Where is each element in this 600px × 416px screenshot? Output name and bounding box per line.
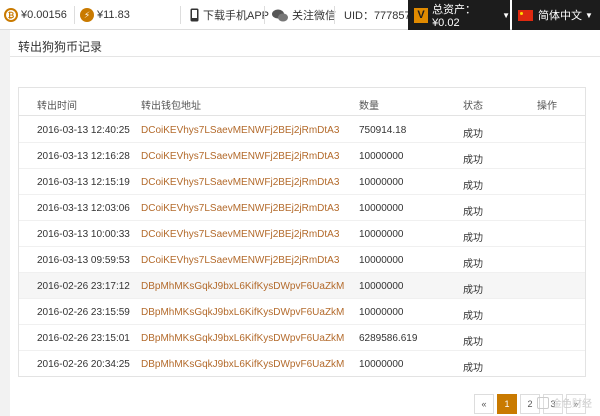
lightning-coin-icon: ⚡ bbox=[80, 8, 94, 22]
row-time: 2016-03-13 12:16:28 bbox=[37, 151, 130, 162]
watermark-logo-icon bbox=[537, 396, 549, 409]
header-time: 转出时间 bbox=[37, 101, 77, 112]
chevron-down-icon: ▼ bbox=[585, 10, 593, 20]
row-amount: 6289586.619 bbox=[359, 333, 418, 344]
withdraw-records-panel: 转出狗狗币记录 转出时间 转出钱包地址 数量 状态 操作 2016-03-13 … bbox=[10, 30, 600, 416]
china-flag-icon bbox=[518, 9, 533, 21]
table-row: 2016-03-13 10:00:33 DCoiKEVhys7LSaevMENW… bbox=[19, 221, 585, 247]
row-status: 成功 bbox=[463, 155, 483, 166]
uid-display: UID：777857 bbox=[344, 0, 411, 30]
bitcoin-icon: ₿ bbox=[4, 8, 18, 22]
top-bar: ₿ ¥0.00156 ⚡ ¥11.83 下载手机APP 关注微信 UID：777… bbox=[0, 0, 600, 30]
header-amount: 数量 bbox=[359, 101, 379, 112]
row-time: 2016-03-13 10:00:33 bbox=[37, 229, 130, 240]
download-app-link[interactable]: 下载手机APP bbox=[190, 0, 269, 30]
row-status: 成功 bbox=[463, 181, 483, 192]
divider bbox=[264, 6, 265, 24]
row-status: 成功 bbox=[463, 337, 483, 348]
row-amount: 10000000 bbox=[359, 359, 404, 370]
row-status: 成功 bbox=[463, 285, 483, 296]
uid-label: UID：777857 bbox=[344, 10, 411, 22]
title-divider bbox=[10, 56, 600, 57]
row-address-link[interactable]: DBpMhMKsGqkJ9bxL6KifKysDWpvF6UaZkM bbox=[141, 307, 344, 318]
download-app-label: 下载手机APP bbox=[203, 10, 270, 22]
row-time: 2016-02-26 23:17:12 bbox=[37, 281, 130, 292]
row-address-link[interactable]: DCoiKEVhys7LSaevMENWFj2BEj2jRmDtA3 bbox=[141, 125, 339, 136]
row-time: 2016-03-13 09:59:53 bbox=[37, 255, 130, 266]
divider bbox=[74, 6, 75, 24]
row-amount: 750914.18 bbox=[359, 125, 407, 136]
chevron-down-icon: ▼ bbox=[502, 10, 510, 20]
page-title: 转出狗狗币记录 bbox=[18, 40, 103, 54]
row-amount: 10000000 bbox=[359, 151, 404, 162]
header-address: 转出钱包地址 bbox=[141, 101, 201, 112]
row-time: 2016-02-26 23:15:59 bbox=[37, 307, 130, 318]
row-time: 2016-03-13 12:03:06 bbox=[37, 203, 130, 214]
row-time: 2016-03-13 12:40:25 bbox=[37, 125, 130, 136]
mobile-phone-icon bbox=[190, 8, 199, 22]
follow-wechat-label: 关注微信 bbox=[292, 10, 336, 22]
row-status: 成功 bbox=[463, 259, 483, 270]
row-address-link[interactable]: DCoiKEVhys7LSaevMENWFj2BEj2jRmDtA3 bbox=[141, 151, 339, 162]
table-row: 2016-02-26 23:15:59 DBpMhMKsGqkJ9bxL6Kif… bbox=[19, 299, 585, 325]
row-time: 2016-02-26 23:15:01 bbox=[37, 333, 130, 344]
table-row: 2016-02-26 23:17:12 DBpMhMKsGqkJ9bxL6Kif… bbox=[19, 273, 585, 299]
row-amount: 10000000 bbox=[359, 229, 404, 240]
table-row: 2016-03-13 12:03:06 DCoiKEVhys7LSaevMENW… bbox=[19, 195, 585, 221]
watermark: 金色财经 bbox=[537, 395, 592, 410]
page-button-1[interactable]: 1 bbox=[497, 394, 517, 414]
divider bbox=[180, 6, 181, 24]
table-row: 2016-03-13 12:40:25 DCoiKEVhys7LSaevMENW… bbox=[19, 117, 585, 143]
total-assets-label: 总资产：¥0.02 bbox=[432, 4, 477, 29]
follow-wechat-link[interactable]: 关注微信 bbox=[272, 0, 336, 30]
language-label: 简体中文 bbox=[538, 10, 582, 22]
language-selector[interactable]: 简体中文 ▼ bbox=[512, 0, 600, 30]
total-assets-menu[interactable]: V 总资产：¥0.02 ▼ bbox=[408, 0, 510, 30]
row-address-link[interactable]: DBpMhMKsGqkJ9bxL6KifKysDWpvF6UaZkM bbox=[141, 281, 344, 292]
header-status: 状态 bbox=[463, 101, 483, 112]
row-status: 成功 bbox=[463, 129, 483, 140]
row-status: 成功 bbox=[463, 363, 483, 374]
prev-page-button[interactable]: « bbox=[474, 394, 494, 414]
header-actions: 操作 bbox=[537, 101, 557, 112]
v-logo-icon: V bbox=[414, 7, 429, 23]
row-status: 成功 bbox=[463, 233, 483, 244]
table-row: 2016-02-26 20:34:25 DBpMhMKsGqkJ9bxL6Kif… bbox=[19, 351, 585, 377]
row-address-link[interactable]: DCoiKEVhys7LSaevMENWFj2BEj2jRmDtA3 bbox=[141, 229, 339, 240]
table-header: 转出时间 转出钱包地址 数量 状态 操作 bbox=[19, 88, 585, 116]
row-address-link[interactable]: DBpMhMKsGqkJ9bxL6KifKysDWpvF6UaZkM bbox=[141, 359, 344, 370]
watermark-text: 金色财经 bbox=[552, 399, 592, 410]
btc-balance-value: ¥0.00156 bbox=[21, 9, 67, 21]
row-time: 2016-02-26 20:34:25 bbox=[37, 359, 130, 370]
row-time: 2016-03-13 12:15:19 bbox=[37, 177, 130, 188]
table-row: 2016-03-13 12:15:19 DCoiKEVhys7LSaevMENW… bbox=[19, 169, 585, 195]
wechat-icon bbox=[272, 9, 288, 21]
table-row: 2016-03-13 12:16:28 DCoiKEVhys7LSaevMENW… bbox=[19, 143, 585, 169]
row-amount: 10000000 bbox=[359, 307, 404, 318]
table-row: 2016-03-13 09:59:53 DCoiKEVhys7LSaevMENW… bbox=[19, 247, 585, 273]
row-status: 成功 bbox=[463, 311, 483, 322]
cny-balance[interactable]: ⚡ ¥11.83 bbox=[80, 0, 130, 30]
row-address-link[interactable]: DCoiKEVhys7LSaevMENWFj2BEj2jRmDtA3 bbox=[141, 255, 339, 266]
cny-balance-value: ¥11.83 bbox=[97, 9, 130, 21]
divider bbox=[334, 6, 335, 24]
row-amount: 10000000 bbox=[359, 281, 404, 292]
row-address-link[interactable]: DCoiKEVhys7LSaevMENWFj2BEj2jRmDtA3 bbox=[141, 203, 339, 214]
row-amount: 10000000 bbox=[359, 203, 404, 214]
row-amount: 10000000 bbox=[359, 177, 404, 188]
row-amount: 10000000 bbox=[359, 255, 404, 266]
row-address-link[interactable]: DCoiKEVhys7LSaevMENWFj2BEj2jRmDtA3 bbox=[141, 177, 339, 188]
records-table: 转出时间 转出钱包地址 数量 状态 操作 2016-03-13 12:40:25… bbox=[18, 87, 586, 377]
row-status: 成功 bbox=[463, 207, 483, 218]
table-row: 2016-02-26 23:15:01 DBpMhMKsGqkJ9bxL6Kif… bbox=[19, 325, 585, 351]
row-address-link[interactable]: DBpMhMKsGqkJ9bxL6KifKysDWpvF6UaZkM bbox=[141, 333, 344, 344]
btc-balance[interactable]: ₿ ¥0.00156 bbox=[4, 0, 67, 30]
